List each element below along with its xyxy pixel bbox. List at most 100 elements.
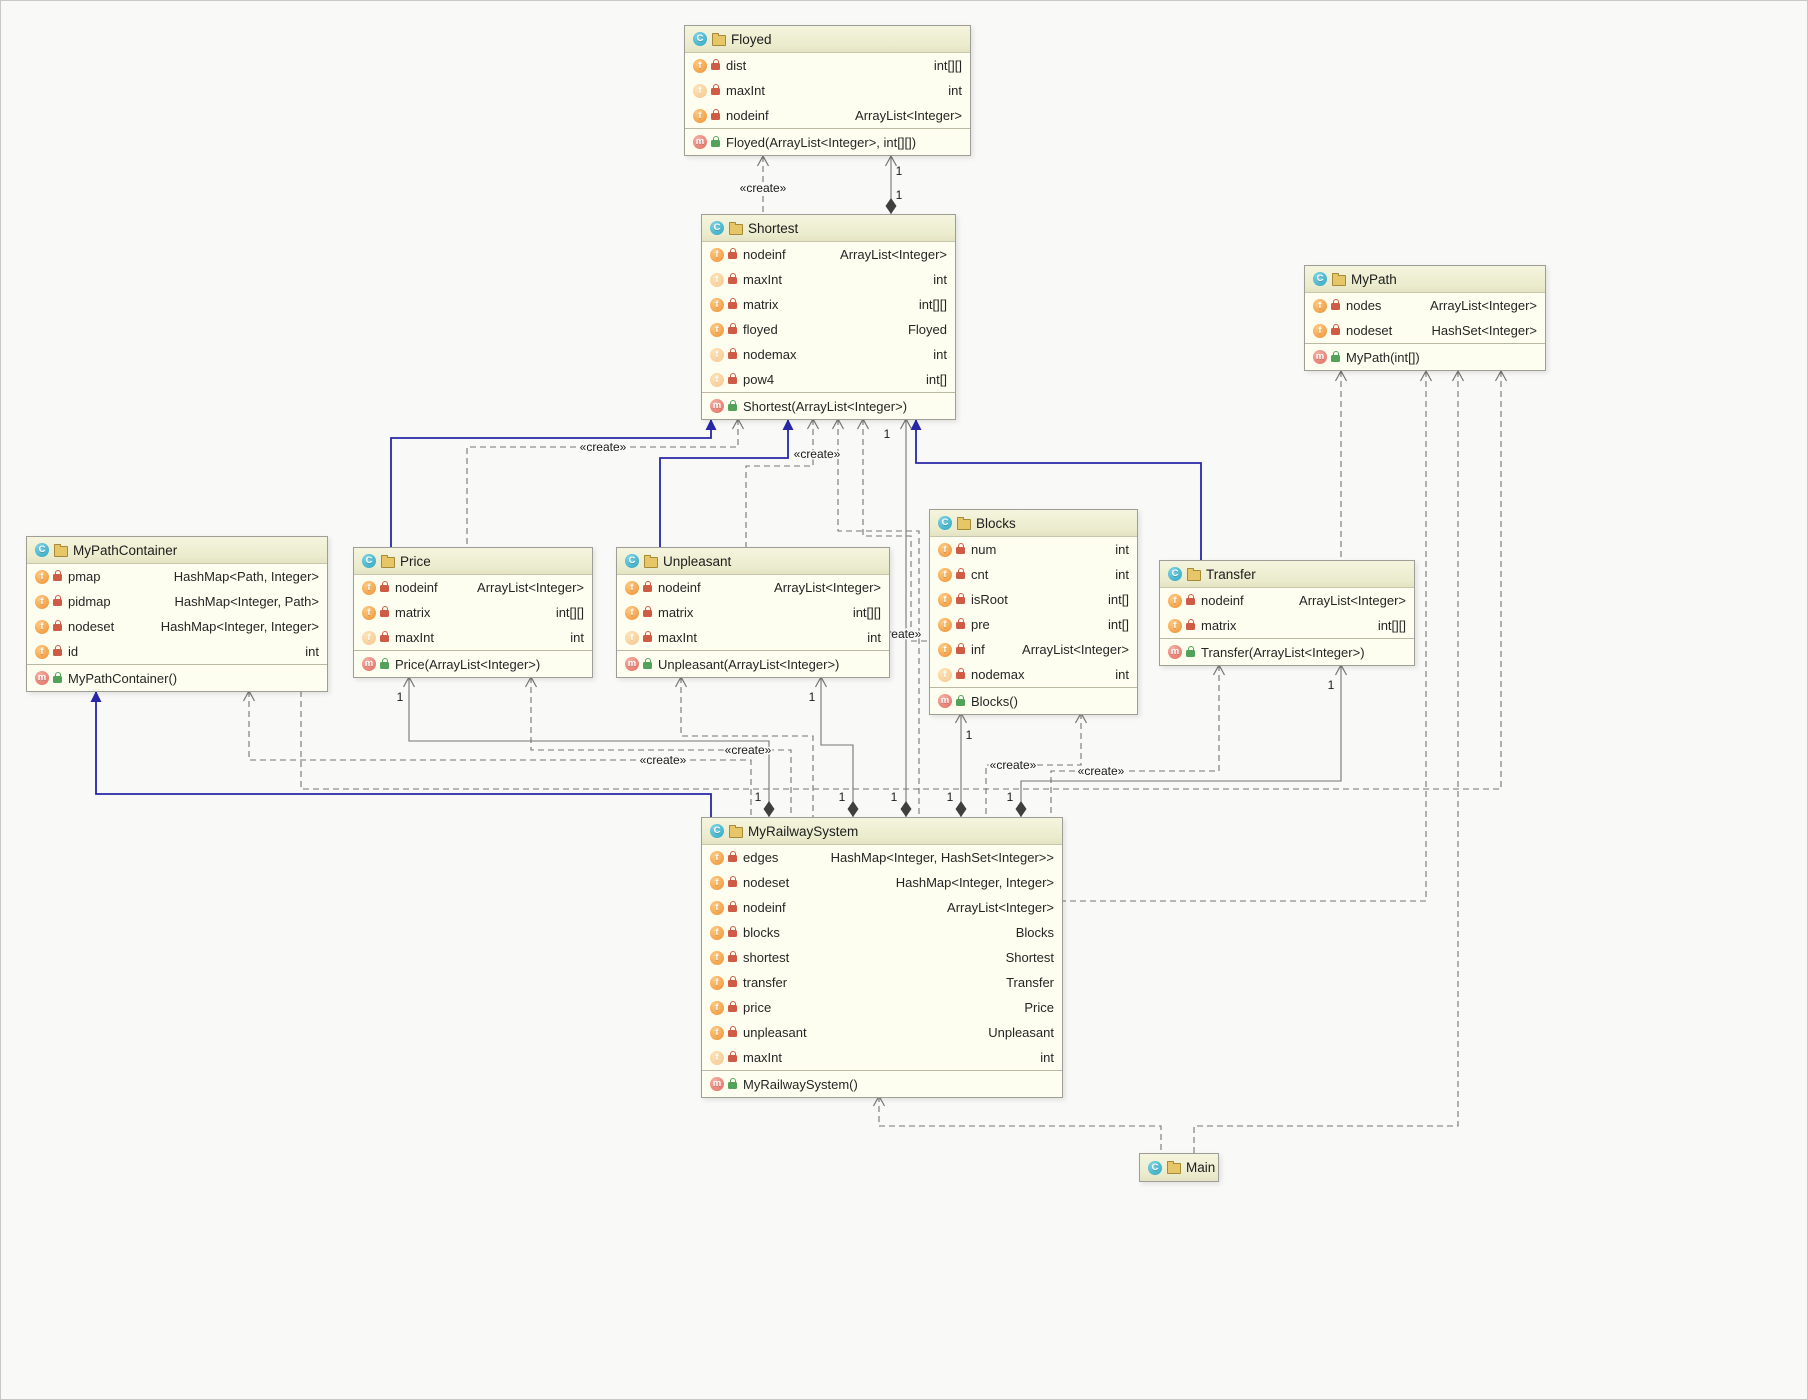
methods-section: m Blocks() <box>930 687 1137 714</box>
field-icon: f <box>710 1050 724 1065</box>
field-icon: f <box>710 247 724 262</box>
field-row[interactable]: f nodeinf ArrayList<Integer> <box>1160 588 1414 613</box>
field-name: edges <box>743 850 779 865</box>
class-header[interactable]: C MyPathContainer <box>27 537 327 564</box>
method-signature: MyPath(int[]) <box>1346 349 1420 365</box>
field-row[interactable]: f maxInt int <box>354 625 592 650</box>
field-row[interactable]: f floyed Floyed <box>702 317 955 342</box>
field-row[interactable]: f cnt int <box>930 562 1137 587</box>
field-row[interactable]: f id int <box>27 639 327 664</box>
method-row[interactable]: m Shortest(ArrayList<Integer>) <box>702 393 955 419</box>
field-icon: f <box>362 605 376 620</box>
field-icon: f <box>1168 618 1182 633</box>
field-row[interactable]: f maxInt int <box>617 625 889 650</box>
class-price[interactable]: C Price f nodeinf ArrayList<Integer> f matrix i… <box>353 547 593 678</box>
field-row[interactable]: f nodes ArrayList<Integer> <box>1305 293 1545 318</box>
field-row[interactable]: f shortest Shortest <box>702 945 1062 970</box>
field-row[interactable]: f maxInt int <box>702 267 955 292</box>
field-name: id <box>68 644 79 659</box>
field-row[interactable]: f matrix int[][] <box>1160 613 1414 638</box>
method-row[interactable]: m Transfer(ArrayList<Integer>) <box>1160 639 1414 665</box>
class-header[interactable]: C MyRailwaySystem <box>702 818 1062 845</box>
field-row[interactable]: f edges HashMap<Integer, HashSet<Integer>> <box>702 845 1062 870</box>
method-signature: Floyed(ArrayList<Integer>, int[][]) <box>726 134 917 150</box>
field-row[interactable]: f isRoot int[] <box>930 587 1137 612</box>
class-header[interactable]: C Unpleasant <box>617 548 889 575</box>
field-icon: f <box>938 642 952 657</box>
field-type: Unpleasant <box>988 1025 1054 1040</box>
class-main[interactable]: C Main <box>1139 1153 1219 1182</box>
field-type: ArrayList<Integer> <box>1022 642 1129 657</box>
field-row[interactable]: f maxInt int <box>702 1045 1062 1070</box>
field-row[interactable]: f nodeinf ArrayList<Integer> <box>685 103 970 128</box>
class-header[interactable]: C Blocks <box>930 510 1137 537</box>
class-header[interactable]: C MyPath <box>1305 266 1545 293</box>
private-lock-icon <box>711 84 720 95</box>
field-type: ArrayList<Integer> <box>1430 298 1537 313</box>
field-row[interactable]: f unpleasant Unpleasant <box>702 1020 1062 1045</box>
class-mypath[interactable]: C MyPath f nodes ArrayList<Integer> f nodeset H… <box>1304 265 1546 371</box>
methods-section: m Price(ArrayList<Integer>) <box>354 650 592 677</box>
method-row[interactable]: m Unpleasant(ArrayList<Integer>) <box>617 651 889 677</box>
field-row[interactable]: f pow4 int[] <box>702 367 955 392</box>
class-unpleasant[interactable]: C Unpleasant f nodeinf ArrayList<Integer> f ma… <box>616 547 890 678</box>
fields-section: f pmap HashMap<Path, Integer> f pidmap HashMa… <box>27 564 327 664</box>
methods-section: m Floyed(ArrayList<Integer>, int[][]) <box>685 128 970 155</box>
class-shortest[interactable]: C Shortest f nodeinf ArrayList<Integer> f maxI… <box>701 214 956 420</box>
method-row[interactable]: m Price(ArrayList<Integer>) <box>354 651 592 677</box>
field-name: matrix <box>658 605 694 620</box>
field-row[interactable]: f pmap HashMap<Path, Integer> <box>27 564 327 589</box>
private-lock-icon <box>956 643 965 654</box>
class-transfer[interactable]: C Transfer f nodeinf ArrayList<Integer> f matr… <box>1159 560 1415 666</box>
method-row[interactable]: m MyRailwaySystem() <box>702 1071 1062 1097</box>
field-type: int[][] <box>1377 618 1406 633</box>
method-row[interactable]: m Floyed(ArrayList<Integer>, int[][]) <box>685 129 970 155</box>
field-row[interactable]: f pidmap HashMap<Integer, Path> <box>27 589 327 614</box>
field-icon: f <box>710 900 724 915</box>
field-row[interactable]: f matrix int[][] <box>617 600 889 625</box>
private-lock-icon <box>728 851 737 862</box>
field-row[interactable]: f blocks Blocks <box>702 920 1062 945</box>
edge-railway-owns-price <box>402 675 775 817</box>
field-row[interactable]: f inf ArrayList<Integer> <box>930 637 1137 662</box>
class-floyed[interactable]: C Floyed f dist int[][] f maxInt int f nodeinf Arr… <box>684 25 971 156</box>
class-header[interactable]: C Transfer <box>1160 561 1414 588</box>
folder-icon <box>381 554 395 568</box>
field-row[interactable]: f nodeinf ArrayList<Integer> <box>617 575 889 600</box>
field-type: Price <box>1024 1000 1054 1015</box>
composition-diamond <box>955 801 967 817</box>
field-row[interactable]: f nodemax int <box>702 342 955 367</box>
class-mypathcontainer[interactable]: C MyPathContainer f pmap HashMap<Path, Integ… <box>26 536 328 692</box>
method-row[interactable]: m Blocks() <box>930 688 1137 714</box>
method-row[interactable]: m MyPathContainer() <box>27 665 327 691</box>
field-row[interactable]: f matrix int[][] <box>354 600 592 625</box>
field-row[interactable]: f num int <box>930 537 1137 562</box>
field-row[interactable]: f nodeset HashMap<Integer, Integer> <box>27 614 327 639</box>
method-row[interactable]: m MyPath(int[]) <box>1305 344 1545 370</box>
field-row[interactable]: f nodeset HashMap<Integer, Integer> <box>702 870 1062 895</box>
field-row[interactable]: f matrix int[][] <box>702 292 955 317</box>
field-row[interactable]: f pre int[] <box>930 612 1137 637</box>
field-row[interactable]: f nodeinf ArrayList<Integer> <box>702 895 1062 920</box>
field-icon: f <box>1313 323 1327 338</box>
class-header[interactable]: C Shortest <box>702 215 955 242</box>
field-row[interactable]: f transfer Transfer <box>702 970 1062 995</box>
field-row[interactable]: f maxInt int <box>685 78 970 103</box>
methods-section: m Transfer(ArrayList<Integer>) <box>1160 638 1414 665</box>
class-header[interactable]: C Price <box>354 548 592 575</box>
uml-diagram-canvas: «create» 1 1 «create» «create» 1 «create» 1 1 1 1 «… <box>0 0 1808 1400</box>
class-myrailwaysystem[interactable]: C MyRailwaySystem f edges HashMap<Integer, H… <box>701 817 1063 1098</box>
field-row[interactable]: f price Price <box>702 995 1062 1020</box>
private-lock-icon <box>728 323 737 334</box>
field-row[interactable]: f dist int[][] <box>685 53 970 78</box>
class-blocks[interactable]: C Blocks f num int f cnt int f isRoot int[] f pre int… <box>929 509 1138 715</box>
public-lock-icon <box>53 671 62 683</box>
method-icon: m <box>710 399 724 413</box>
field-row[interactable]: f nodemax int <box>930 662 1137 687</box>
field-row[interactable]: f nodeset HashSet<Integer> <box>1305 318 1545 343</box>
field-row[interactable]: f nodeinf ArrayList<Integer> <box>354 575 592 600</box>
class-header[interactable]: C Main <box>1140 1154 1218 1181</box>
field-row[interactable]: f nodeinf ArrayList<Integer> <box>702 242 955 267</box>
arrowhead-filled <box>90 691 102 702</box>
class-header[interactable]: C Floyed <box>685 26 970 53</box>
